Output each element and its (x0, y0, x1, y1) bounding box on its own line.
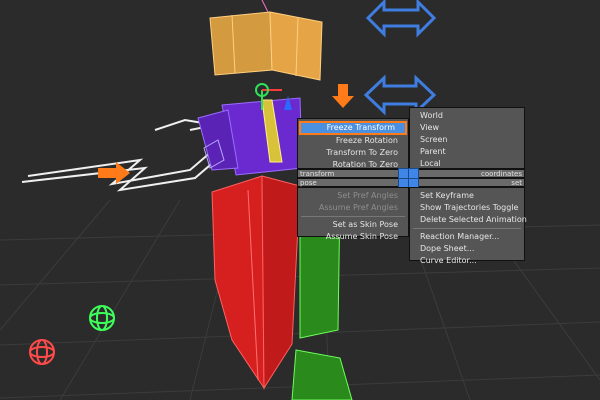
pose-separator (301, 216, 405, 217)
assume-skin-pose-item[interactable]: Assume Skin Pose (298, 231, 408, 243)
green-control-sphere (89, 305, 115, 331)
orange-arrow-down (332, 84, 354, 108)
set-quadrant: Set Keyframe Show Trajectories Toggle De… (409, 187, 527, 265)
transform-quadrant: Freeze Transform Freeze Rotation Transfo… (297, 118, 409, 169)
reaction-manager-item[interactable]: Reaction Manager... (410, 231, 524, 243)
character-head (209, 0, 323, 81)
coord-view-item[interactable]: View (410, 122, 524, 134)
blue-double-arrow-top (365, 0, 437, 38)
set-separator (413, 228, 521, 229)
set-as-skin-pose-item[interactable]: Set as Skin Pose (298, 219, 408, 231)
coordinates-quadrant: World View Screen Parent Local (409, 107, 525, 169)
pose-quadrant-title: pose (297, 178, 409, 187)
freeze-rotation-item[interactable]: Freeze Rotation (298, 135, 408, 147)
transform-quadrant-title: transform (297, 169, 409, 178)
assume-pref-angles-item: Assume Pref Angles (318, 203, 398, 212)
pose-quadrant: Set Pref Angles Assume Pref Angles Set a… (297, 187, 409, 241)
delete-selected-animation-item[interactable]: Delete Selected Animation (410, 214, 527, 226)
coordinates-quadrant-title: coordinates (409, 169, 525, 178)
set-keyframe-item[interactable]: Set Keyframe (410, 190, 524, 202)
show-trajectories-toggle-item[interactable]: Show Trajectories Toggle (410, 202, 524, 214)
set-quadrant-title: set (409, 178, 525, 187)
transform-to-zero-item[interactable]: Transform To Zero (298, 147, 408, 159)
3d-viewport[interactable]: Freeze Transform Freeze Rotation Transfo… (0, 0, 600, 400)
dope-sheet-item[interactable]: Dope Sheet... (410, 243, 524, 255)
character-leg-red (211, 175, 301, 390)
quad-menu-center-icon (398, 168, 419, 189)
curve-editor-item[interactable]: Curve Editor... (410, 255, 524, 267)
coord-screen-item[interactable]: Screen (410, 134, 524, 146)
coord-world-item[interactable]: World (410, 110, 524, 122)
coord-parent-item[interactable]: Parent (410, 146, 524, 158)
set-pref-angles-item: Set Pref Angles (337, 191, 398, 200)
freeze-transform-item[interactable]: Freeze Transform (299, 121, 407, 135)
